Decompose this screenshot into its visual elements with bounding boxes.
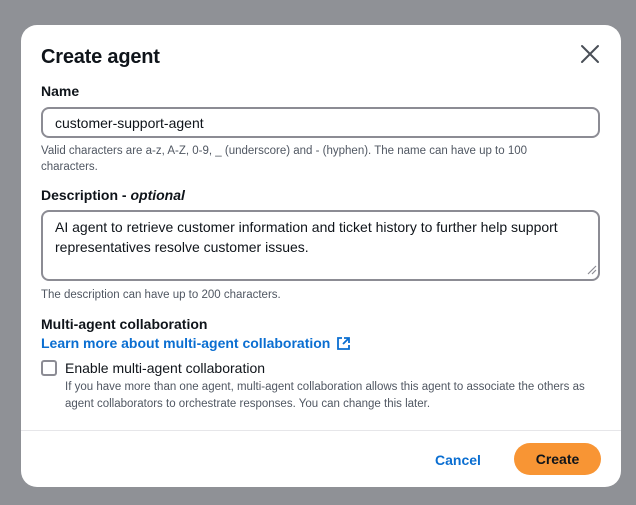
description-label-text: Description -	[41, 187, 131, 203]
learn-more-link-text: Learn more about multi-agent collaborati…	[41, 335, 331, 351]
resize-handle-icon[interactable]	[587, 265, 597, 275]
optional-tag: optional	[130, 187, 185, 203]
name-input[interactable]	[41, 107, 600, 138]
description-label: Description - optional	[41, 187, 185, 203]
close-icon[interactable]	[579, 43, 601, 65]
collaboration-hint: If you have more than one agent, multi-a…	[65, 381, 585, 410]
footer-divider	[21, 430, 621, 431]
external-link-icon	[337, 336, 351, 350]
collaboration-heading: Multi-agent collaboration	[41, 316, 208, 332]
learn-more-link[interactable]: Learn more about multi-agent collaborati…	[41, 335, 351, 351]
description-hint: The description can have up to 200 chara…	[41, 289, 281, 301]
cancel-button[interactable]: Cancel	[425, 444, 491, 475]
create-agent-dialog: Create agent Name Valid characters are a…	[21, 25, 621, 487]
create-button[interactable]: Create	[514, 443, 601, 475]
enable-collaboration-checkbox[interactable]	[41, 360, 57, 376]
enable-collaboration-label[interactable]: Enable multi-agent collaboration	[65, 360, 265, 376]
dialog-title: Create agent	[41, 46, 160, 68]
description-textarea[interactable]: AI agent to retrieve customer informatio…	[41, 210, 600, 281]
name-label: Name	[41, 83, 80, 99]
name-hint: Valid characters are a-z, A-Z, 0-9, _ (u…	[41, 145, 528, 173]
